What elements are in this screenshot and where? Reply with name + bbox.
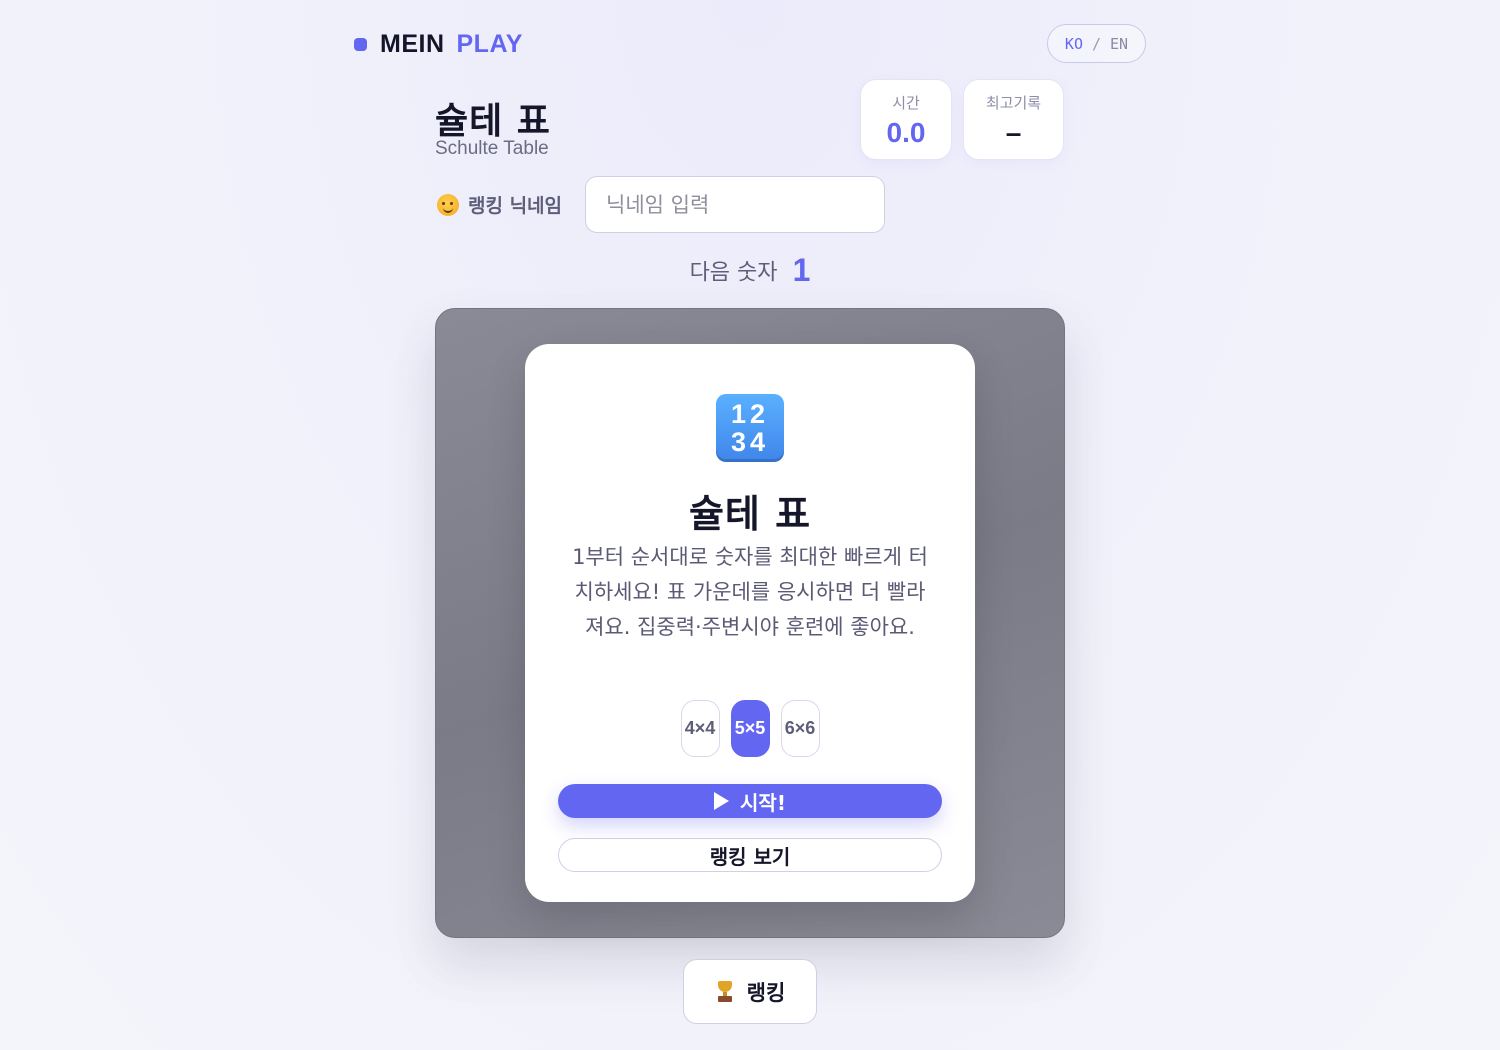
best-record-card: 최고기록 – — [963, 79, 1064, 160]
lang-ko-option[interactable]: KO — [1065, 35, 1083, 53]
next-number-label: 다음 숫자 — [689, 260, 778, 286]
nickname-input[interactable] — [585, 176, 885, 233]
modal-title: 슐테 표 — [688, 492, 812, 536]
trophy-icon — [715, 980, 735, 1003]
lang-separator: / — [1091, 34, 1102, 53]
start-button[interactable]: 시작! — [558, 784, 942, 818]
lang-en-option[interactable]: EN — [1110, 35, 1128, 53]
language-toggle[interactable]: KO / EN — [1047, 24, 1146, 63]
view-ranking-button[interactable]: 랭킹 보기 — [558, 838, 942, 872]
nickname-row: 랭킹 닉네임 — [437, 176, 562, 233]
start-modal: 12 34 슐테 표 1부터 순서대로 숫자를 최대한 빠르게 터치하세요! 표… — [525, 344, 975, 902]
time-stat-card: 시간 0.0 — [860, 79, 952, 160]
time-stat-label: 시간 — [892, 94, 920, 112]
keycap-top-digits: 12 — [730, 399, 770, 429]
ranking-button-label: 랭킹 — [746, 980, 786, 1005]
best-record-value: – — [1005, 117, 1022, 148]
keycap-bottom-digits: 34 — [730, 427, 770, 457]
app-logo[interactable]: MEIN PLAY — [354, 30, 523, 59]
best-record-label: 최고기록 — [985, 94, 1042, 112]
size-5x5-button[interactable]: 5×5 — [730, 700, 770, 757]
page-title: 슐테 표 — [435, 101, 551, 142]
smiling-face-icon — [437, 193, 459, 216]
input-numbers-keycap-icon: 12 34 — [716, 394, 784, 462]
modal-description: 1부터 순서대로 숫자를 최대한 빠르게 터치하세요! 표 가운데를 응시하면 … — [572, 545, 928, 639]
time-stat-value: 0.0 — [886, 117, 926, 148]
size-4x4-button[interactable]: 4×4 — [680, 700, 720, 757]
grid-size-selector: 4×4 5×5 6×6 — [525, 700, 975, 757]
logo-dot-icon — [354, 38, 367, 51]
page-subtitle: Schulte Table — [435, 138, 549, 159]
logo-text-mein: MEIN — [380, 30, 445, 58]
logo-text-play: PLAY — [456, 30, 523, 58]
size-6x6-button[interactable]: 6×6 — [780, 700, 820, 757]
view-ranking-label: 랭킹 보기 — [709, 844, 791, 869]
play-triangle-icon — [714, 792, 730, 810]
nickname-label: 랭킹 닉네임 — [468, 195, 563, 217]
ranking-button[interactable]: 랭킹 — [683, 959, 817, 1024]
start-button-label: 시작! — [740, 790, 786, 815]
next-number-indicator: 다음 숫자 1 — [0, 252, 1500, 289]
next-number-value: 1 — [792, 252, 811, 288]
